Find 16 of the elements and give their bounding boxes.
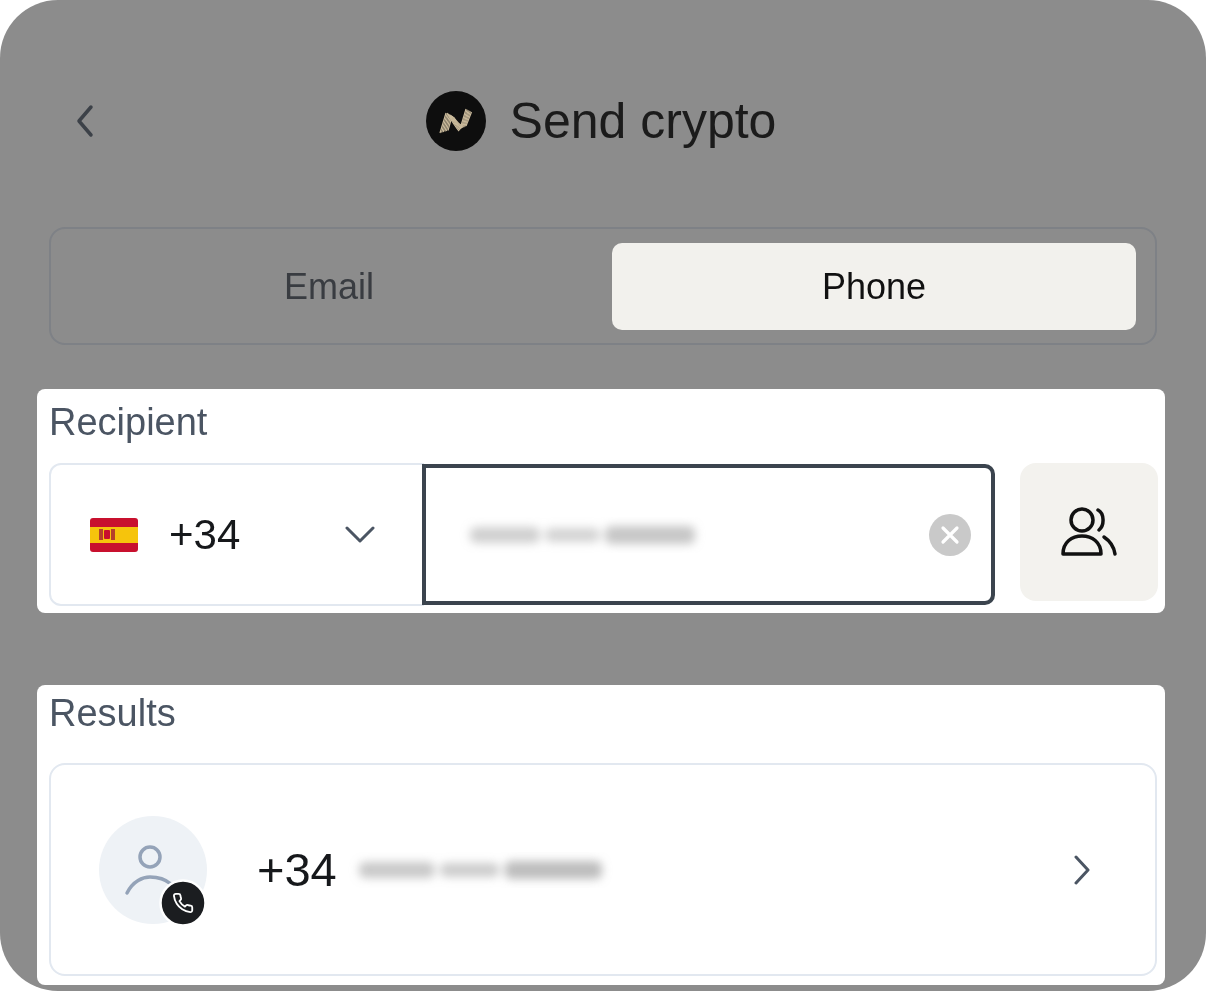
clear-icon (929, 513, 972, 556)
phone-badge-icon (159, 878, 207, 927)
contacts-icon (1060, 506, 1119, 558)
contacts-button[interactable] (1020, 463, 1158, 601)
chevron-right-icon (1074, 854, 1090, 885)
flag-icon (90, 517, 138, 552)
country-select[interactable]: +34 (49, 463, 425, 606)
logo-icon (425, 91, 486, 151)
tab[interactable]: Phone (612, 243, 1136, 330)
section-label: Results (49, 691, 176, 736)
chevron-down-icon (345, 526, 376, 543)
dialog-title: Send crypto (509, 96, 777, 146)
phone-input[interactable] (422, 464, 996, 605)
result-item[interactable]: +34 (49, 763, 1157, 976)
section-label: Recipient (49, 400, 208, 445)
back-icon (76, 104, 94, 138)
